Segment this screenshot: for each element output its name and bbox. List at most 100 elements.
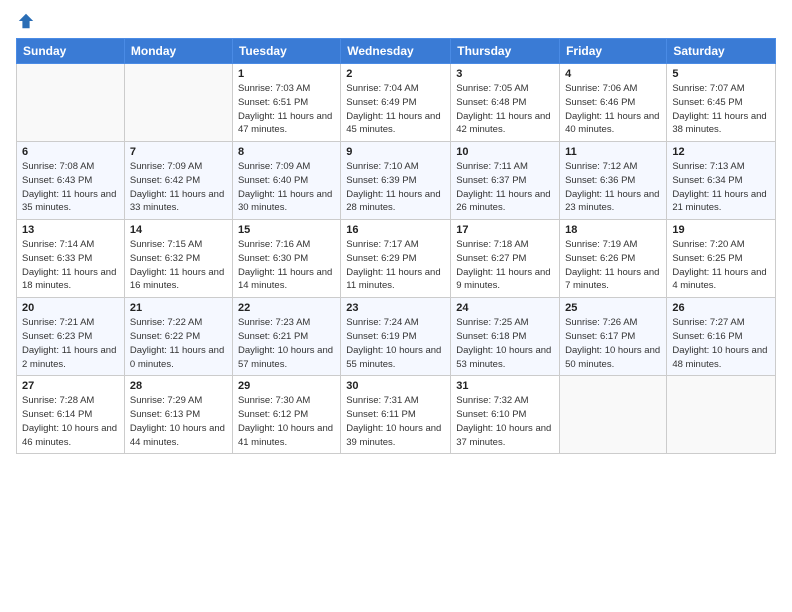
day-number: 10 <box>456 146 554 158</box>
calendar-cell: 28 Sunrise: 7:29 AM Sunset: 6:13 PM Dayli… <box>124 376 232 454</box>
calendar-cell: 19 Sunrise: 7:20 AM Sunset: 6:25 PM Dayli… <box>667 220 776 298</box>
calendar-cell: 2 Sunrise: 7:04 AM Sunset: 6:49 PM Daylig… <box>341 64 451 142</box>
logo-general <box>16 12 35 30</box>
day-info: Sunrise: 7:23 AM Sunset: 6:21 PM Dayligh… <box>238 316 335 371</box>
calendar-cell: 1Sunrise: 7:03 AM Sunset: 6:51 PM Daylig… <box>232 64 340 142</box>
day-number: 26 <box>672 302 770 314</box>
day-number: 6 <box>22 146 119 158</box>
day-info: Sunrise: 7:07 AM Sunset: 6:45 PM Dayligh… <box>672 82 770 137</box>
calendar-cell: 23 Sunrise: 7:24 AM Sunset: 6:19 PM Dayli… <box>341 298 451 376</box>
page: SundayMondayTuesdayWednesdayThursdayFrid… <box>0 0 792 612</box>
day-info: Sunrise: 7:17 AM Sunset: 6:29 PM Dayligh… <box>346 238 445 293</box>
day-number: 28 <box>130 380 227 392</box>
day-info: Sunrise: 7:24 AM Sunset: 6:19 PM Dayligh… <box>346 316 445 371</box>
calendar-cell: 29 Sunrise: 7:30 AM Sunset: 6:12 PM Dayli… <box>232 376 340 454</box>
calendar-cell: 25 Sunrise: 7:26 AM Sunset: 6:17 PM Dayli… <box>560 298 667 376</box>
day-of-week-header: Saturday <box>667 39 776 64</box>
calendar-cell: 6 Sunrise: 7:08 AM Sunset: 6:43 PM Daylig… <box>17 142 125 220</box>
day-number: 24 <box>456 302 554 314</box>
day-info: Sunrise: 7:04 AM Sunset: 6:49 PM Dayligh… <box>346 82 445 137</box>
day-number: 12 <box>672 146 770 158</box>
day-number: 13 <box>22 224 119 236</box>
day-number: 25 <box>565 302 661 314</box>
calendar-cell: 16 Sunrise: 7:17 AM Sunset: 6:29 PM Dayli… <box>341 220 451 298</box>
calendar-cell: 15 Sunrise: 7:16 AM Sunset: 6:30 PM Dayli… <box>232 220 340 298</box>
day-info: Sunrise: 7:16 AM Sunset: 6:30 PM Dayligh… <box>238 238 335 293</box>
calendar-cell: 27 Sunrise: 7:28 AM Sunset: 6:14 PM Dayli… <box>17 376 125 454</box>
calendar-cell: 18 Sunrise: 7:19 AM Sunset: 6:26 PM Dayli… <box>560 220 667 298</box>
day-number: 3 <box>456 68 554 80</box>
calendar-week-row: 13 Sunrise: 7:14 AM Sunset: 6:33 PM Dayli… <box>17 220 776 298</box>
calendar-cell: 22 Sunrise: 7:23 AM Sunset: 6:21 PM Dayli… <box>232 298 340 376</box>
day-info: Sunrise: 7:14 AM Sunset: 6:33 PM Dayligh… <box>22 238 119 293</box>
calendar-cell: 9Sunrise: 7:10 AM Sunset: 6:39 PM Daylig… <box>341 142 451 220</box>
calendar-cell: 24 Sunrise: 7:25 AM Sunset: 6:18 PM Dayli… <box>451 298 560 376</box>
day-info: Sunrise: 7:03 AM Sunset: 6:51 PM Dayligh… <box>238 82 335 137</box>
day-number: 4 <box>565 68 661 80</box>
calendar-cell: 21Sunrise: 7:22 AM Sunset: 6:22 PM Dayli… <box>124 298 232 376</box>
day-number: 29 <box>238 380 335 392</box>
calendar-cell <box>560 376 667 454</box>
day-info: Sunrise: 7:31 AM Sunset: 6:11 PM Dayligh… <box>346 394 445 449</box>
calendar-cell: 5 Sunrise: 7:07 AM Sunset: 6:45 PM Daylig… <box>667 64 776 142</box>
day-info: Sunrise: 7:09 AM Sunset: 6:42 PM Dayligh… <box>130 160 227 215</box>
calendar-cell: 11Sunrise: 7:12 AM Sunset: 6:36 PM Dayli… <box>560 142 667 220</box>
day-info: Sunrise: 7:15 AM Sunset: 6:32 PM Dayligh… <box>130 238 227 293</box>
day-number: 15 <box>238 224 335 236</box>
day-of-week-header: Monday <box>124 39 232 64</box>
day-info: Sunrise: 7:25 AM Sunset: 6:18 PM Dayligh… <box>456 316 554 371</box>
day-info: Sunrise: 7:26 AM Sunset: 6:17 PM Dayligh… <box>565 316 661 371</box>
day-number: 23 <box>346 302 445 314</box>
day-number: 20 <box>22 302 119 314</box>
day-info: Sunrise: 7:09 AM Sunset: 6:40 PM Dayligh… <box>238 160 335 215</box>
day-number: 9 <box>346 146 445 158</box>
calendar-table: SundayMondayTuesdayWednesdayThursdayFrid… <box>16 38 776 454</box>
day-of-week-header: Sunday <box>17 39 125 64</box>
day-number: 22 <box>238 302 335 314</box>
day-number: 16 <box>346 224 445 236</box>
calendar-cell <box>17 64 125 142</box>
calendar-cell: 30Sunrise: 7:31 AM Sunset: 6:11 PM Dayli… <box>341 376 451 454</box>
calendar-cell <box>667 376 776 454</box>
day-info: Sunrise: 7:27 AM Sunset: 6:16 PM Dayligh… <box>672 316 770 371</box>
calendar-cell: 13 Sunrise: 7:14 AM Sunset: 6:33 PM Dayli… <box>17 220 125 298</box>
day-of-week-header: Wednesday <box>341 39 451 64</box>
day-info: Sunrise: 7:18 AM Sunset: 6:27 PM Dayligh… <box>456 238 554 293</box>
calendar-week-row: 20 Sunrise: 7:21 AM Sunset: 6:23 PM Dayli… <box>17 298 776 376</box>
day-number: 18 <box>565 224 661 236</box>
day-number: 8 <box>238 146 335 158</box>
calendar-cell <box>124 64 232 142</box>
day-number: 7 <box>130 146 227 158</box>
day-info: Sunrise: 7:20 AM Sunset: 6:25 PM Dayligh… <box>672 238 770 293</box>
day-number: 2 <box>346 68 445 80</box>
day-info: Sunrise: 7:30 AM Sunset: 6:12 PM Dayligh… <box>238 394 335 449</box>
day-info: Sunrise: 7:21 AM Sunset: 6:23 PM Dayligh… <box>22 316 119 371</box>
calendar-cell: 8 Sunrise: 7:09 AM Sunset: 6:40 PM Daylig… <box>232 142 340 220</box>
calendar-cell: 3 Sunrise: 7:05 AM Sunset: 6:48 PM Daylig… <box>451 64 560 142</box>
day-number: 21 <box>130 302 227 314</box>
header <box>16 12 776 30</box>
day-info: Sunrise: 7:32 AM Sunset: 6:10 PM Dayligh… <box>456 394 554 449</box>
day-number: 5 <box>672 68 770 80</box>
day-info: Sunrise: 7:28 AM Sunset: 6:14 PM Dayligh… <box>22 394 119 449</box>
calendar-cell: 17 Sunrise: 7:18 AM Sunset: 6:27 PM Dayli… <box>451 220 560 298</box>
calendar-week-row: 6 Sunrise: 7:08 AM Sunset: 6:43 PM Daylig… <box>17 142 776 220</box>
calendar-cell: 14 Sunrise: 7:15 AM Sunset: 6:32 PM Dayli… <box>124 220 232 298</box>
day-number: 19 <box>672 224 770 236</box>
day-number: 14 <box>130 224 227 236</box>
calendar-cell: 12 Sunrise: 7:13 AM Sunset: 6:34 PM Dayli… <box>667 142 776 220</box>
calendar-cell: 26 Sunrise: 7:27 AM Sunset: 6:16 PM Dayli… <box>667 298 776 376</box>
day-number: 17 <box>456 224 554 236</box>
calendar-cell: 4Sunrise: 7:06 AM Sunset: 6:46 PM Daylig… <box>560 64 667 142</box>
day-of-week-header: Tuesday <box>232 39 340 64</box>
day-number: 31 <box>456 380 554 392</box>
day-info: Sunrise: 7:29 AM Sunset: 6:13 PM Dayligh… <box>130 394 227 449</box>
day-info: Sunrise: 7:08 AM Sunset: 6:43 PM Dayligh… <box>22 160 119 215</box>
day-info: Sunrise: 7:05 AM Sunset: 6:48 PM Dayligh… <box>456 82 554 137</box>
day-number: 27 <box>22 380 119 392</box>
calendar-header-row: SundayMondayTuesdayWednesdayThursdayFrid… <box>17 39 776 64</box>
day-info: Sunrise: 7:12 AM Sunset: 6:36 PM Dayligh… <box>565 160 661 215</box>
day-info: Sunrise: 7:13 AM Sunset: 6:34 PM Dayligh… <box>672 160 770 215</box>
logo <box>16 12 35 30</box>
day-info: Sunrise: 7:19 AM Sunset: 6:26 PM Dayligh… <box>565 238 661 293</box>
